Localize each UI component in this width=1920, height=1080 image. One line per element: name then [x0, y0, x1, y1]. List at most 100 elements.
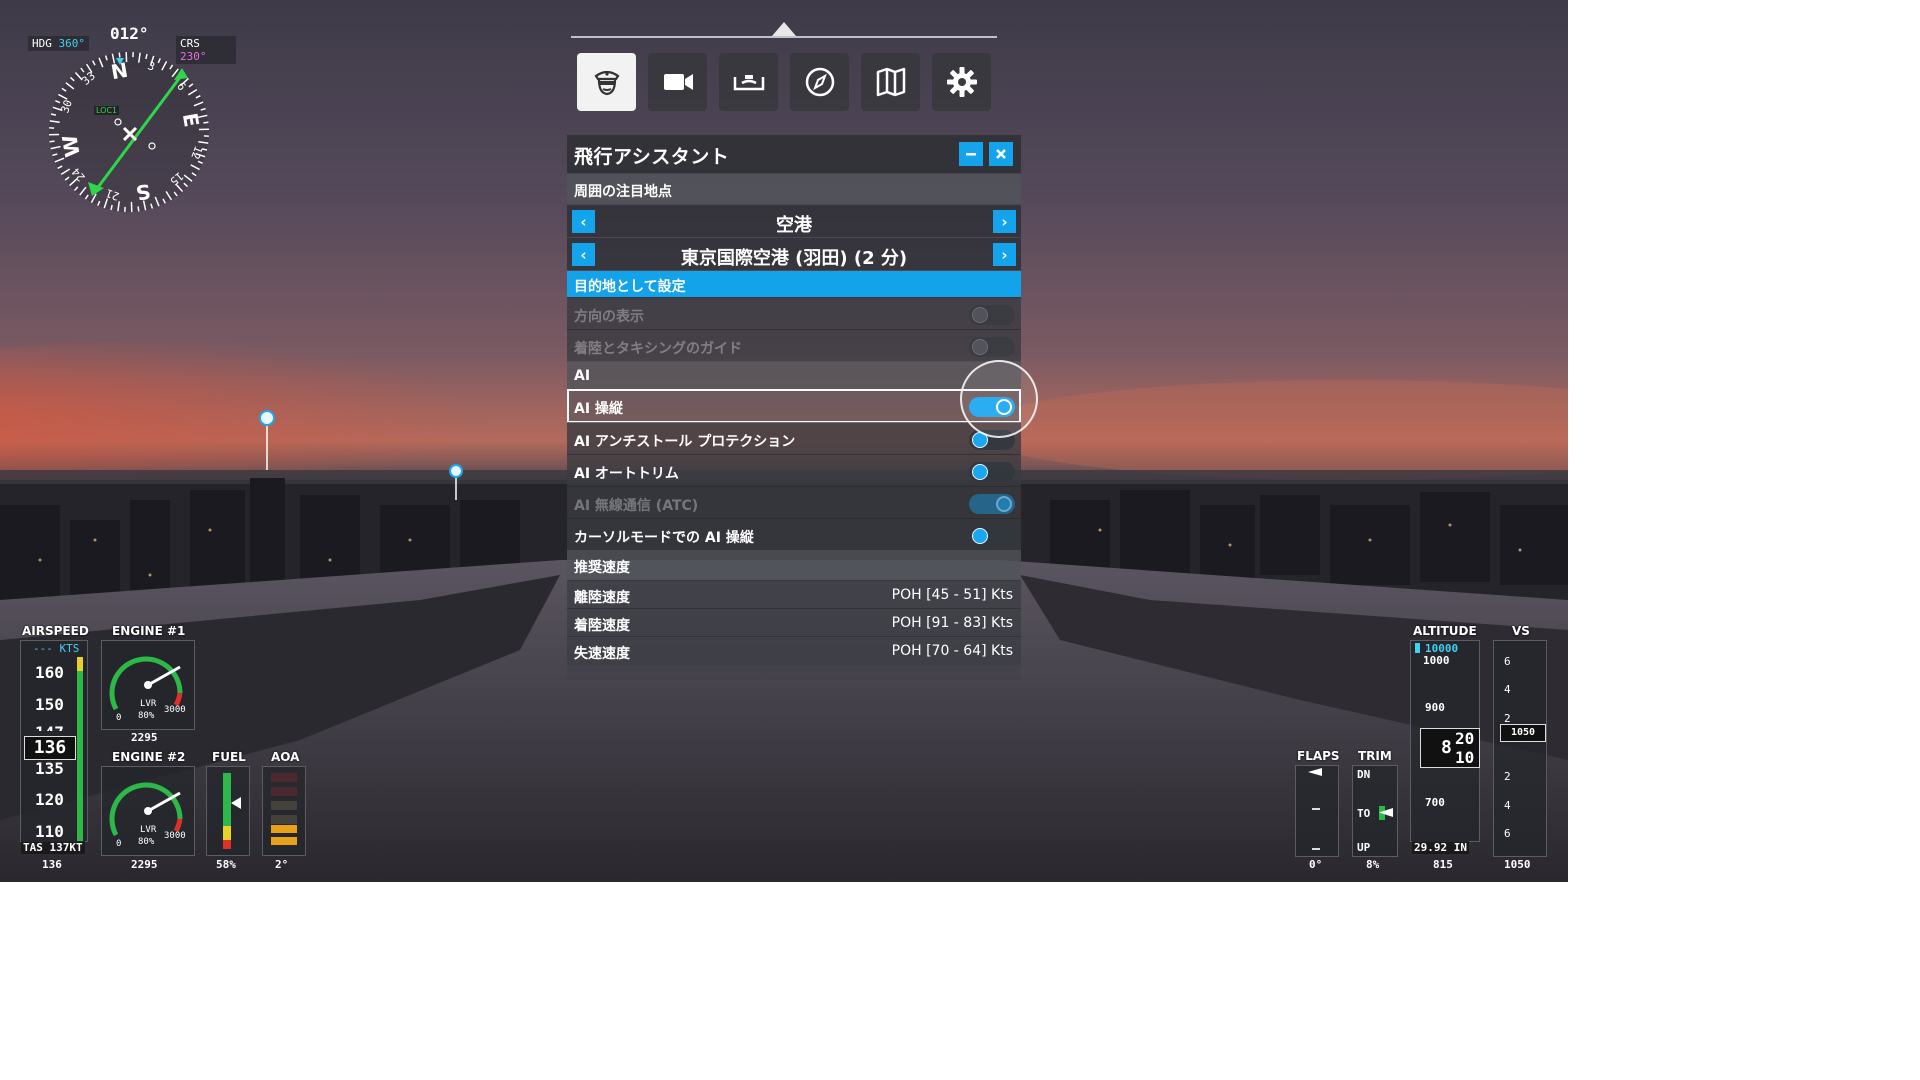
landing-taxi-guide-label: 着陸とタキシングのガイド — [574, 341, 742, 357]
chevron-left-icon: ‹ — [580, 245, 587, 264]
vs-tick-6-up: 6 — [1504, 655, 1511, 668]
flaps-value: 0° — [1309, 858, 1323, 871]
airspeed-green-band — [77, 671, 83, 841]
engine2-rpm: 2295 — [131, 858, 158, 871]
altitude-label: ALTITUDE — [1413, 624, 1477, 638]
poi-section-label: 周囲の注目地点 — [574, 184, 672, 200]
minimize-button[interactable] — [959, 142, 983, 166]
ai-auto-trim-row: AI オートトリム — [567, 454, 1021, 487]
ai-atc-toggle[interactable] — [969, 494, 1015, 514]
airspeed-tick-147: 147 — [35, 723, 64, 731]
trim-to: TO — [1357, 807, 1371, 820]
panel-title: 飛行アシスタント — [574, 146, 730, 168]
altitude-bug — [1415, 643, 1420, 653]
ai-anti-stall-label: AI アンチストール プロテクション — [574, 434, 796, 450]
engine1-label: ENGINE #1 — [112, 624, 186, 638]
landing-speed-value: POH [91 - 83] Kts — [891, 615, 1013, 631]
stall-speed-value: POH [70 - 64] Kts — [891, 643, 1013, 659]
engine1-gauge: LVR 80% 0 3000 — [101, 640, 195, 730]
aoa-bar-5 — [271, 825, 297, 833]
altitude-tick-1000: 1000 — [1423, 654, 1450, 667]
engine1-rpm: 2295 — [131, 731, 158, 744]
navlog-button[interactable] — [790, 53, 849, 111]
set-destination-button[interactable]: 目的地として設定 — [567, 271, 1021, 297]
category-prev-button[interactable]: ‹ — [572, 210, 595, 233]
chevron-right-icon: › — [1001, 245, 1008, 264]
ai-cursor-mode-toggle[interactable] — [969, 526, 1015, 546]
flaps-mark-low — [1312, 848, 1320, 850]
engine1-lvr: LVR — [140, 699, 157, 709]
category-value: 空港 — [776, 215, 812, 236]
baro-readout: 29.92 IN — [1412, 841, 1469, 854]
camera-button[interactable] — [648, 53, 707, 111]
landing-taxi-guide-toggle[interactable] — [969, 337, 1015, 357]
fuel-bar — [223, 773, 231, 849]
altitude-current-hundreds: 8 — [1441, 737, 1452, 758]
cardinal-w: W — [57, 133, 85, 159]
compass-tick — [49, 140, 55, 143]
heading-readout: 012° — [110, 24, 149, 43]
takeoff-speed-value: POH [45 - 51] Kts — [891, 587, 1013, 603]
engine1-max: 3000 — [164, 705, 186, 715]
trim-label: TRIM — [1358, 749, 1392, 763]
flaps-indicator — [1308, 768, 1322, 776]
settings-button[interactable] — [932, 53, 991, 111]
airspeed-current-box: 136 — [24, 736, 76, 760]
mouse-cursor-ring — [960, 360, 1038, 438]
camera-icon — [663, 74, 693, 90]
takeoff-speed-label: 離陸速度 — [574, 590, 630, 606]
engine1-min: 0 — [116, 713, 122, 723]
poi-airport-selector[interactable]: ‹ 東京国際空港 (羽田) (2 分) › — [567, 238, 1021, 270]
toolbar-pointer — [772, 22, 796, 36]
airport-prev-button[interactable]: ‹ — [572, 243, 595, 266]
airspeed-unit: --- KTS — [33, 642, 80, 655]
chevron-right-icon: › — [1001, 212, 1008, 231]
close-button[interactable] — [989, 142, 1013, 166]
ai-auto-trim-toggle[interactable] — [969, 462, 1015, 482]
airport-next-button[interactable]: › — [993, 243, 1016, 266]
vs-tick-2-down: 2 — [1504, 770, 1511, 783]
chevron-left-icon: ‹ — [580, 212, 587, 231]
pilot-icon — [593, 70, 620, 96]
compass-tick — [203, 121, 209, 124]
ai-control-row[interactable]: AI 操縦 — [567, 389, 1021, 423]
poi-category-selector[interactable]: ‹ 空港 › — [567, 205, 1021, 237]
aoa-bar-4 — [271, 815, 297, 824]
takeoff-speed-row: 離陸速度 POH [45 - 51] Kts — [567, 580, 1021, 609]
aoa-label: AOA — [271, 750, 300, 764]
flaps-label: FLAPS — [1297, 749, 1340, 763]
engine2-max: 3000 — [164, 831, 186, 841]
aoa-bar-3 — [271, 801, 297, 810]
hdg-readout: HDG 360° — [28, 36, 89, 51]
altitude-tick-700: 700 — [1425, 796, 1445, 809]
stall-speed-label: 失速速度 — [574, 646, 630, 662]
ai-section-header: AI — [567, 361, 1021, 391]
ai-auto-trim-label: AI オートトリム — [574, 466, 679, 482]
category-next-button[interactable]: › — [993, 210, 1016, 233]
hdg-label: HDG — [32, 37, 52, 50]
controls-button[interactable] — [719, 53, 778, 111]
trim-dn: DN — [1357, 768, 1371, 781]
compass-rose — [49, 52, 209, 212]
gear-icon — [946, 67, 977, 97]
airspeed-tick-120: 120 — [35, 790, 64, 809]
vs-current-box: 1050 — [1500, 724, 1546, 742]
vfr-map-button[interactable] — [861, 53, 920, 111]
show-direction-toggle[interactable] — [969, 305, 1015, 325]
flaps-mark-mid — [1312, 808, 1320, 810]
vs-bottom: 1050 — [1504, 858, 1531, 871]
yoke-icon — [733, 75, 764, 91]
speed-section-label: 推奨速度 — [574, 560, 630, 576]
landing-taxi-guide-row: 着陸とタキシングのガイド — [567, 329, 1021, 362]
close-icon — [996, 149, 1006, 159]
trim-up: UP — [1357, 841, 1371, 854]
pilot-button[interactable] — [577, 53, 636, 111]
trim-value: 8% — [1366, 858, 1380, 871]
airspeed-bottom: 136 — [42, 858, 62, 871]
heading-compass: HDG 360° 012° CRS 230° LOC1 N E S W 3 6 … — [26, 22, 236, 222]
loc-label: LOC1 — [94, 106, 120, 115]
airspeed-tick-150: 150 — [35, 695, 64, 714]
speed-section-header: 推奨速度 — [567, 550, 1021, 580]
map-icon — [876, 67, 905, 97]
altitude-bottom: 815 — [1433, 858, 1453, 871]
